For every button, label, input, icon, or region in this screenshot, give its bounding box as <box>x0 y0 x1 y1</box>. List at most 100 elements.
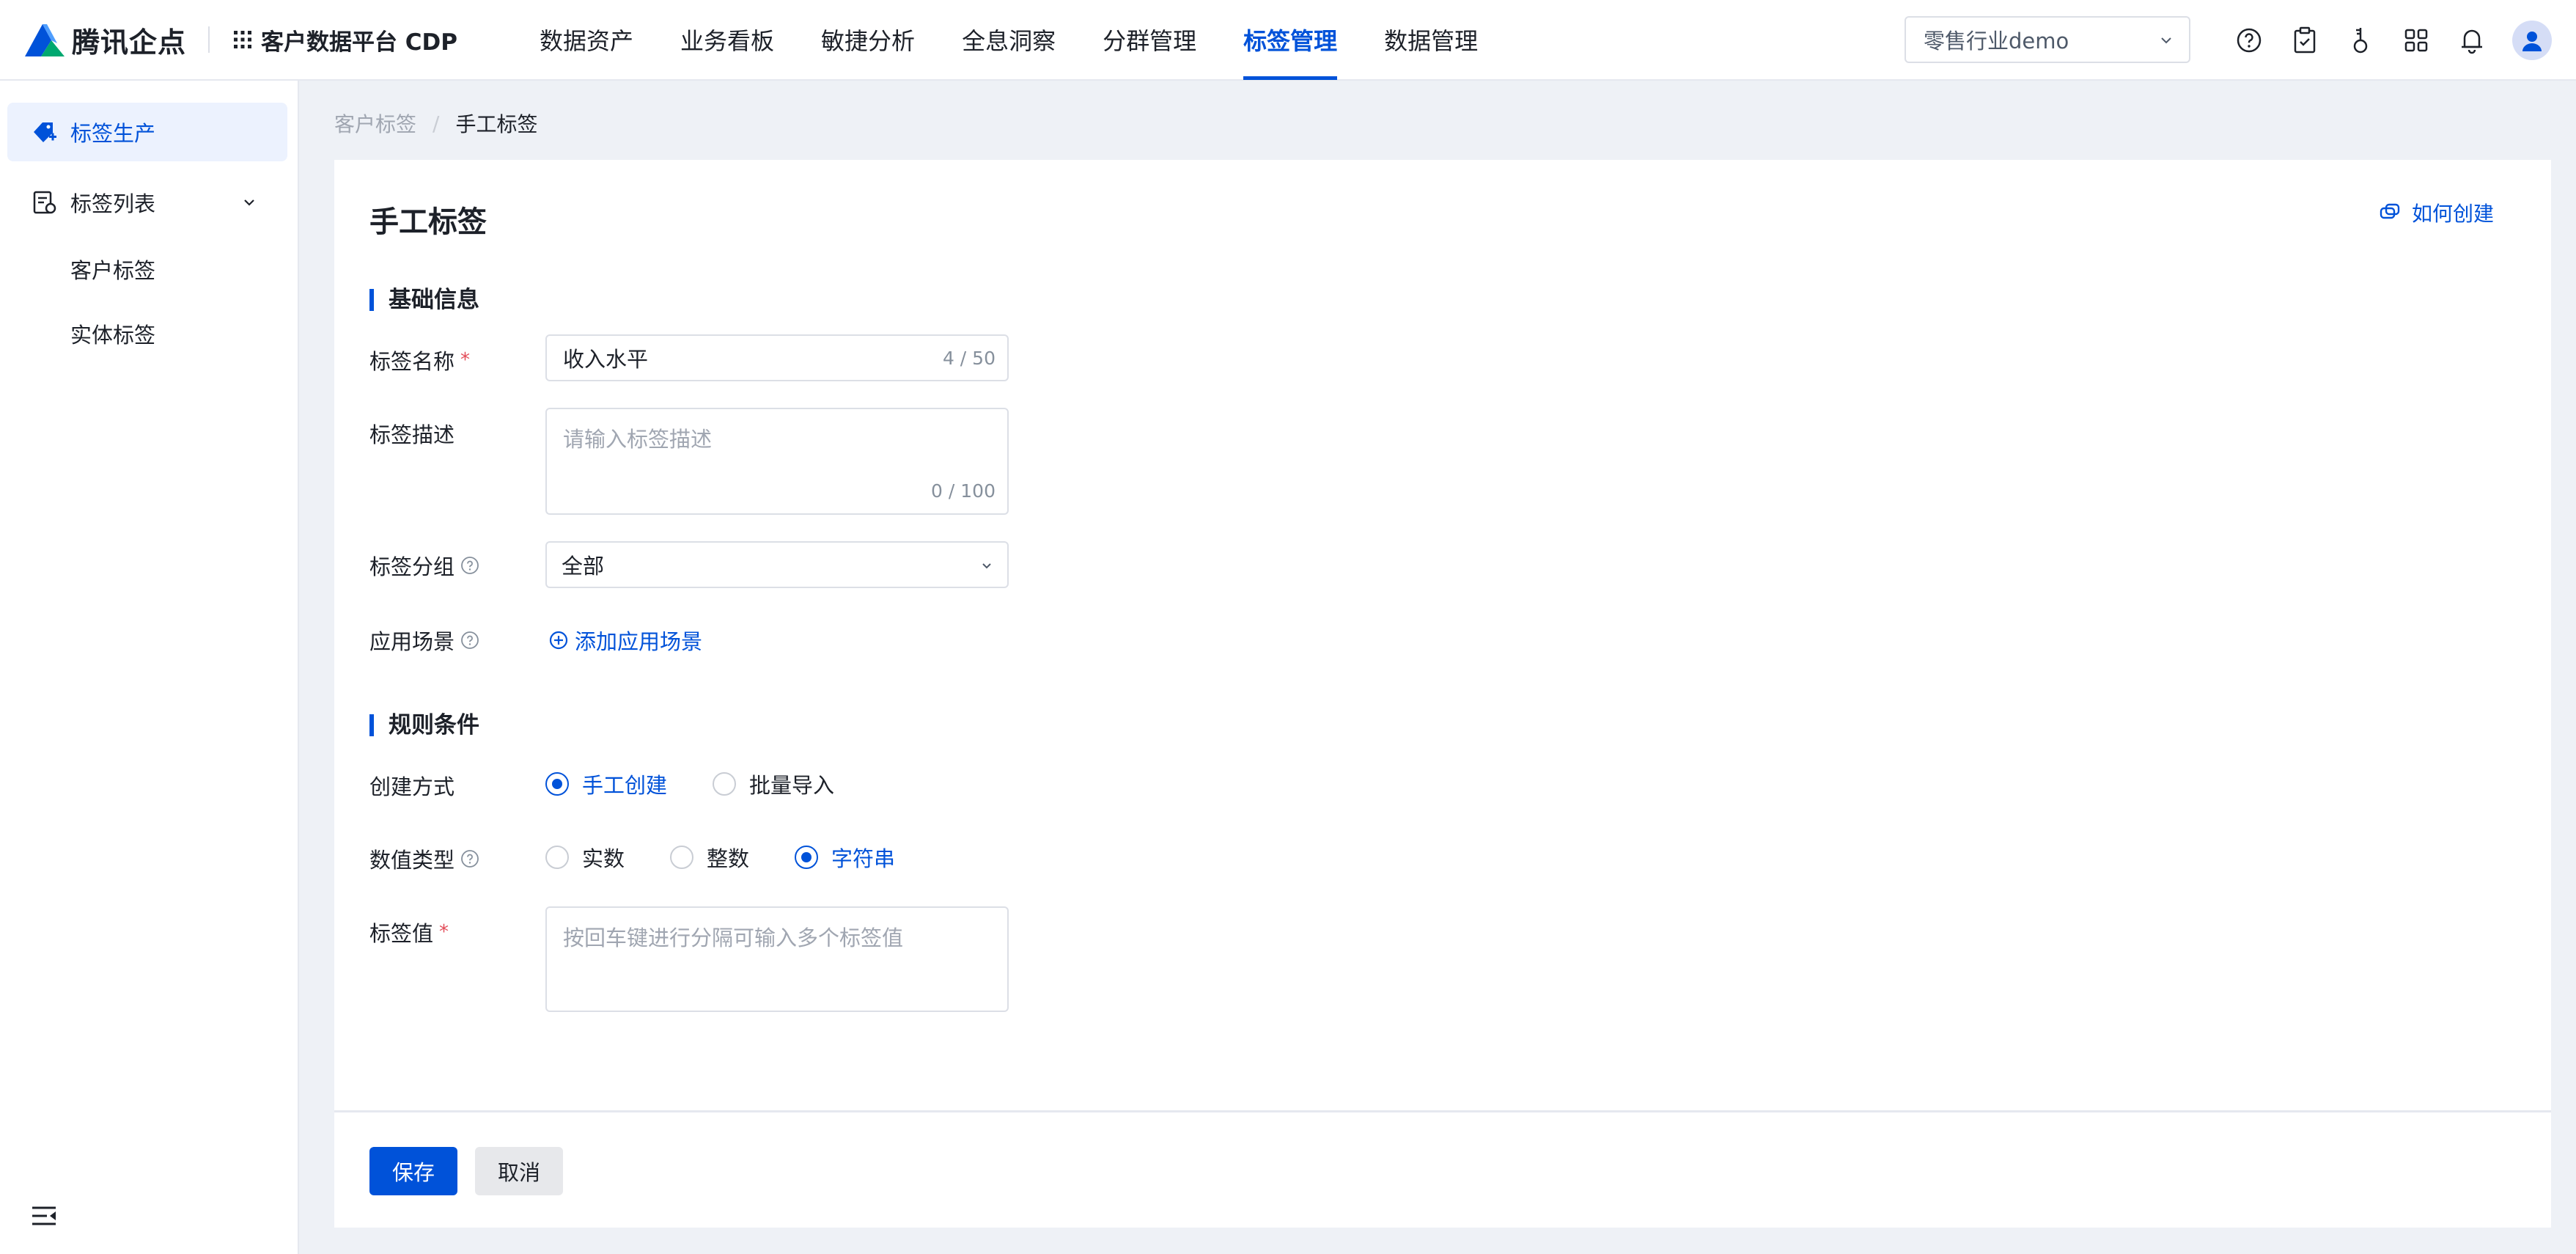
radio-label: 字符串 <box>831 846 896 871</box>
section-rules: 规则条件 <box>369 714 479 737</box>
product-name: 客户数据平台 CDP <box>261 29 458 56</box>
nav-data-assets[interactable]: 数据资产 <box>540 0 633 80</box>
tag-value-textarea[interactable]: 按回车键进行分隔可输入多个标签值 <box>545 906 1009 1012</box>
product-switcher[interactable]: 客户数据平台 CDP <box>232 23 457 56</box>
radio-dot <box>545 846 569 869</box>
add-circle-icon <box>549 631 568 650</box>
tag-name-value: 收入水平 <box>563 347 649 372</box>
required-mark: * <box>460 349 471 371</box>
breadcrumb: 客户标签 / 手工标签 <box>334 109 537 138</box>
radio-dot <box>670 846 694 869</box>
tag-value-label: 标签值 * <box>369 917 449 947</box>
tag-description-label: 标签描述 <box>369 418 455 449</box>
add-application-scenario-label: 添加应用场景 <box>575 629 703 654</box>
environment-select[interactable]: 零售行业demo <box>1905 16 2190 63</box>
form-card: 手工标签 如何创建 基础信息 标签名称 * 收入水平 4 / 50 标签描述 请… <box>334 160 2551 1228</box>
main-nav: 数据资产 业务看板 敏捷分析 全息洞察 分群管理 标签管理 数据管理 <box>540 0 1525 80</box>
radio-label: 手工创建 <box>582 773 668 798</box>
sidebar-item-label: 标签生产 <box>70 121 156 146</box>
how-to-create-link[interactable]: 如何创建 <box>2378 198 2494 227</box>
radio-batch-import[interactable]: 批量导入 <box>713 769 834 799</box>
sidebar-item-tag-list[interactable]: 标签列表 <box>7 173 287 232</box>
required-mark: * <box>439 921 449 943</box>
save-button[interactable]: 保存 <box>369 1147 457 1195</box>
tag-name-input[interactable]: 收入水平 4 / 50 <box>545 334 1009 381</box>
tag-name-counter: 4 / 50 <box>942 347 996 369</box>
field-label-text: 标签名称 <box>369 349 455 374</box>
add-application-scenario-link[interactable]: 添加应用场景 <box>548 625 702 656</box>
tag-value-placeholder: 按回车键进行分隔可输入多个标签值 <box>563 925 904 950</box>
value-type-radio-group: 实数 整数 字符串 <box>545 842 941 873</box>
help-circle-icon[interactable] <box>460 849 479 868</box>
radio-label: 整数 <box>707 846 750 871</box>
radio-integer[interactable]: 整数 <box>670 842 749 873</box>
radio-label: 实数 <box>582 846 625 871</box>
radio-real-number[interactable]: 实数 <box>545 842 625 873</box>
nav-holographic-insight[interactable]: 全息洞察 <box>962 0 1056 80</box>
environment-select-value: 零售行业demo <box>1924 29 2069 54</box>
user-avatar-icon[interactable] <box>2512 21 2552 60</box>
sidebar-subitem-customer-tags[interactable]: 客户标签 <box>70 254 155 285</box>
footer-divider <box>334 1110 2551 1112</box>
nav-data-management[interactable]: 数据管理 <box>1384 0 1478 80</box>
radio-dot <box>545 772 569 796</box>
cancel-button[interactable]: 取消 <box>475 1147 563 1195</box>
breadcrumb-separator: / <box>433 111 440 136</box>
chevron-down-icon <box>982 563 991 569</box>
create-method-radio-group: 手工创建 批量导入 <box>545 769 880 799</box>
bell-icon[interactable] <box>2455 22 2489 59</box>
help-circle-icon[interactable] <box>460 556 479 575</box>
tag-description-textarea[interactable]: 请输入标签描述 0 / 100 <box>545 408 1009 515</box>
radio-label: 批量导入 <box>749 773 835 798</box>
radio-dot <box>713 772 737 796</box>
tag-group-select[interactable]: 全部 <box>545 541 1009 588</box>
value-type-label: 数值类型 <box>369 843 479 874</box>
tag-group-value: 全部 <box>562 554 605 579</box>
sidebar-item-label: 标签列表 <box>70 191 156 216</box>
field-label-text: 应用场景 <box>369 629 455 654</box>
tag-description-placeholder: 请输入标签描述 <box>563 427 713 452</box>
field-label-text: 标签分组 <box>369 554 455 579</box>
tag-description-counter: 0 / 100 <box>931 480 996 502</box>
apps-grid-icon[interactable] <box>2399 22 2433 59</box>
dots-grid-icon <box>234 31 252 48</box>
nav-agile-analysis[interactable]: 敏捷分析 <box>821 0 915 80</box>
logo-text: 腾讯企点 <box>72 26 187 59</box>
tencent-qidian-logo-icon <box>25 24 65 56</box>
help-circle-icon[interactable] <box>460 631 479 650</box>
key-icon[interactable] <box>2344 22 2377 59</box>
clipboard-check-icon[interactable] <box>2288 22 2322 59</box>
top-navigation-bar: 腾讯企点 客户数据平台 CDP 数据资产 业务看板 敏捷分析 全息洞察 分群管理… <box>0 0 2576 81</box>
radio-dot <box>795 846 819 869</box>
top-utility-icons <box>2232 21 2552 60</box>
sidebar-subitem-entity-tags[interactable]: 实体标签 <box>70 318 155 349</box>
radio-manual-create[interactable]: 手工创建 <box>545 769 667 799</box>
sidebar-item-tag-production[interactable]: 标签生产 <box>7 103 287 161</box>
breadcrumb-current: 手工标签 <box>455 112 538 136</box>
how-to-create-label: 如何创建 <box>2411 202 2494 226</box>
nav-business-dashboard[interactable]: 业务看板 <box>680 0 774 80</box>
nav-segment-management[interactable]: 分群管理 <box>1103 0 1196 80</box>
field-label-text: 标签描述 <box>369 422 455 447</box>
radio-string[interactable]: 字符串 <box>795 842 895 873</box>
chevron-down-icon <box>2161 37 2171 44</box>
link-icon <box>2380 203 2400 219</box>
tag-group-label: 标签分组 <box>369 550 479 581</box>
field-label-text: 数值类型 <box>369 848 455 873</box>
application-scenario-label: 应用场景 <box>369 625 479 656</box>
tag-add-icon <box>34 122 56 142</box>
help-circle-icon[interactable] <box>2232 22 2266 59</box>
create-method-label: 创建方式 <box>369 770 455 801</box>
page-title: 手工标签 <box>369 205 487 239</box>
field-label-text: 标签值 <box>369 921 434 946</box>
sidebar: 标签生产 标签列表 客户标签 实体标签 <box>0 81 299 1254</box>
menu-fold-icon[interactable] <box>29 1201 59 1231</box>
chevron-down-icon <box>244 199 254 206</box>
breadcrumb-parent[interactable]: 客户标签 <box>334 109 416 138</box>
logo-divider <box>208 26 210 53</box>
brand-logo[interactable]: 腾讯企点 <box>22 0 186 80</box>
tag-name-label: 标签名称 * <box>369 345 470 375</box>
tag-list-icon <box>33 191 56 214</box>
field-label-text: 创建方式 <box>369 774 455 799</box>
nav-tag-management[interactable]: 标签管理 <box>1243 0 1338 80</box>
